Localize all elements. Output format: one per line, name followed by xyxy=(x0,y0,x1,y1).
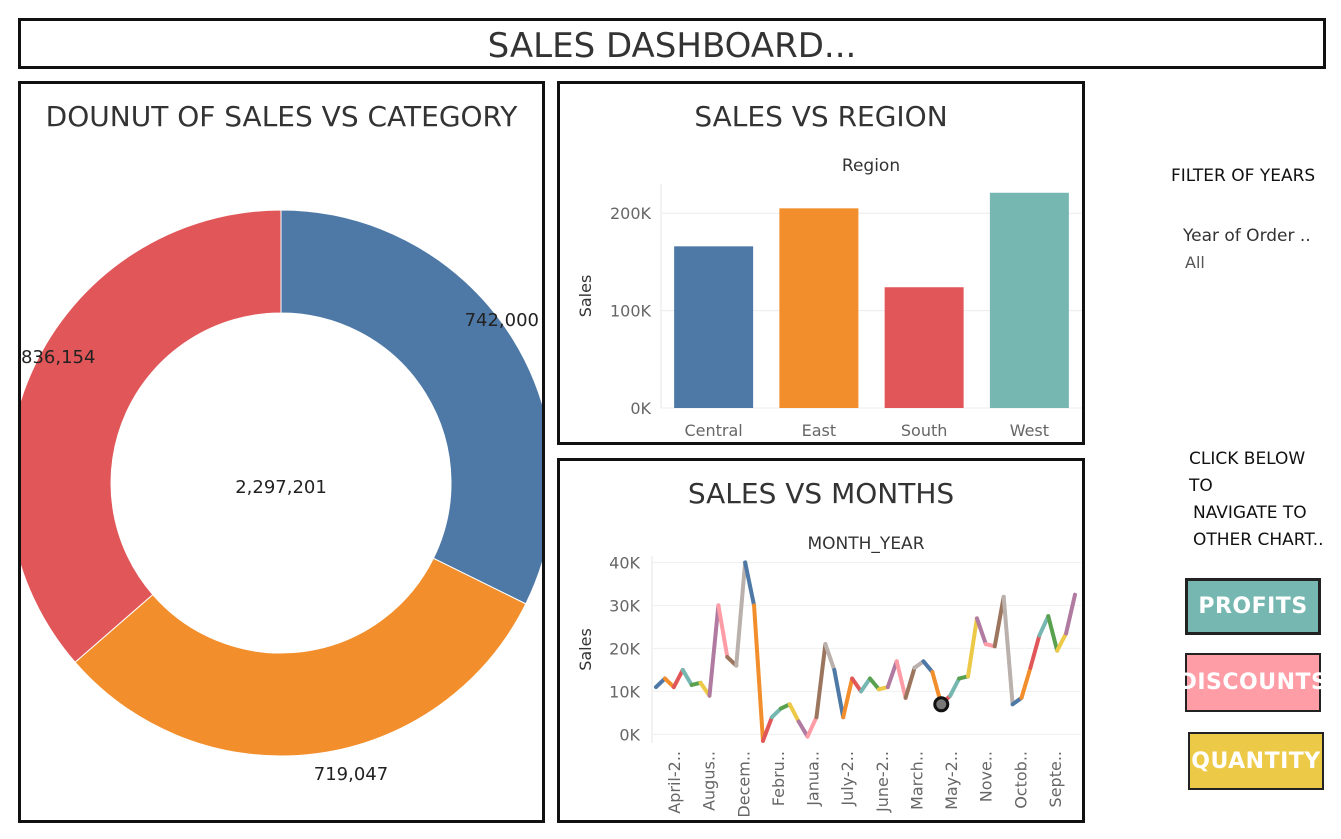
donut-slice-label: 836,154 xyxy=(21,347,95,368)
donut-center-label: 2,297,201 xyxy=(235,477,327,498)
months-line-segment xyxy=(671,667,685,690)
months-line-segment xyxy=(680,667,694,687)
months-x-tick-label: July-2.. xyxy=(838,751,857,807)
region-y-tick-label: 0K xyxy=(630,399,651,418)
months-y-tick-label: 30K xyxy=(609,596,640,615)
months-line-segment xyxy=(734,560,748,668)
months-line-segment xyxy=(743,560,757,608)
year-filter-label: Year of Order .. xyxy=(1183,226,1311,246)
region-bar[interactable] xyxy=(779,208,859,408)
months-line-segment xyxy=(903,665,917,700)
region-bar[interactable] xyxy=(989,192,1069,408)
donut-slice-label: 719,047 xyxy=(314,764,388,785)
months-line-segment xyxy=(867,676,881,692)
profits-button[interactable]: PROFITS xyxy=(1185,578,1321,635)
months-y-tick-label: 40K xyxy=(609,553,640,572)
region-x-tick-label: South xyxy=(901,421,948,440)
months-line-segment xyxy=(752,603,765,743)
filter-heading: FILTER OF YEARS xyxy=(1171,166,1316,186)
dashboard-header: SALES DASHBOARD... xyxy=(18,18,1326,69)
months-x-tick-label: Augus.. xyxy=(700,751,719,811)
months-line-segment xyxy=(1037,614,1051,638)
nav-instruction-line3: NAVIGATE TO xyxy=(1193,503,1307,523)
months-line-segment xyxy=(760,715,774,743)
months-line-chart: 0K 10K 20K 30K 40K Sales April-2.. Augus.. Decem… xyxy=(576,553,1081,818)
region-y-tick-label: 200K xyxy=(610,204,652,223)
region-y-axis-label: Sales xyxy=(576,275,595,318)
months-y-axis-label: Sales xyxy=(576,628,595,671)
months-x-tick-label: May-2.. xyxy=(942,751,961,810)
region-x-tick-label: Central xyxy=(684,421,742,440)
months-x-tick-label: Janua.. xyxy=(804,751,823,807)
discounts-button[interactable]: DISCOUNTS xyxy=(1179,653,1327,712)
region-x-tick-label: East xyxy=(802,421,837,440)
months-highlight-point[interactable] xyxy=(933,696,950,713)
months-y-tick-label: 10K xyxy=(609,682,640,701)
page-title: SALES DASHBOARD... xyxy=(487,26,857,66)
region-y-tick-label: 100K xyxy=(610,302,652,321)
nav-instruction-line1: CLICK BELOW xyxy=(1189,449,1306,469)
months-x-tick-label: April-2.. xyxy=(665,751,684,814)
months-line-segment xyxy=(1046,614,1060,653)
months-line-segment xyxy=(716,603,730,660)
months-x-tick-label: Febru.. xyxy=(769,751,788,806)
months-line-segment xyxy=(859,676,872,694)
donut-slice-label: 742,000 xyxy=(465,310,539,331)
months-y-tick-label: 0K xyxy=(619,725,640,744)
months-x-tick-label: Septe.. xyxy=(1046,751,1065,807)
region-bar[interactable] xyxy=(884,287,964,408)
months-line-segment xyxy=(1028,633,1042,670)
months-line-segment xyxy=(894,659,908,700)
months-line-segment xyxy=(841,676,855,720)
region-x-tick-label: West xyxy=(1010,421,1049,440)
months-line-segment xyxy=(1019,665,1033,700)
quantity-button[interactable]: QUANTITY xyxy=(1188,732,1324,790)
region-bar-chart: 0K 100K 200K Sales Central East South West xyxy=(576,184,1082,440)
donut-chart: 2,297,201 742,000 719,047 836,154 xyxy=(21,209,542,785)
months-line-segment xyxy=(966,616,979,679)
donut-title: DOUNUT OF SALES VS CATEGORY xyxy=(45,100,518,133)
months-x-tick-label: Decem.. xyxy=(734,751,753,818)
months-line-segment xyxy=(948,676,962,698)
months-x-tick-label: June-2.. xyxy=(873,751,892,813)
year-filter-dropdown[interactable]: All xyxy=(1185,253,1205,272)
months-x-tick-label: Octob.. xyxy=(1011,751,1030,809)
donut-slice[interactable] xyxy=(21,209,282,663)
months-line-segment xyxy=(707,603,721,698)
months-x-tick-label: Nove.. xyxy=(977,751,996,802)
donut-slice[interactable] xyxy=(280,209,542,605)
months-line-segment xyxy=(832,667,846,720)
nav-instruction-line4: OTHER CHART.. xyxy=(1193,530,1324,550)
months-x-tick-label: March.. xyxy=(907,751,926,810)
months-line-segment xyxy=(787,702,801,724)
months-line-segment xyxy=(814,642,828,720)
months-line-segment xyxy=(1064,592,1077,636)
region-bar[interactable] xyxy=(674,246,754,408)
months-line-segment xyxy=(885,659,899,690)
months-line-segment xyxy=(805,715,819,739)
months-line-segment xyxy=(1001,594,1015,707)
months-line-segment xyxy=(921,659,935,675)
months-line-segment xyxy=(850,676,864,694)
months-y-tick-label: 20K xyxy=(609,639,640,658)
nav-instruction-line2: TO xyxy=(1189,476,1213,496)
months-line-segment xyxy=(974,616,988,647)
